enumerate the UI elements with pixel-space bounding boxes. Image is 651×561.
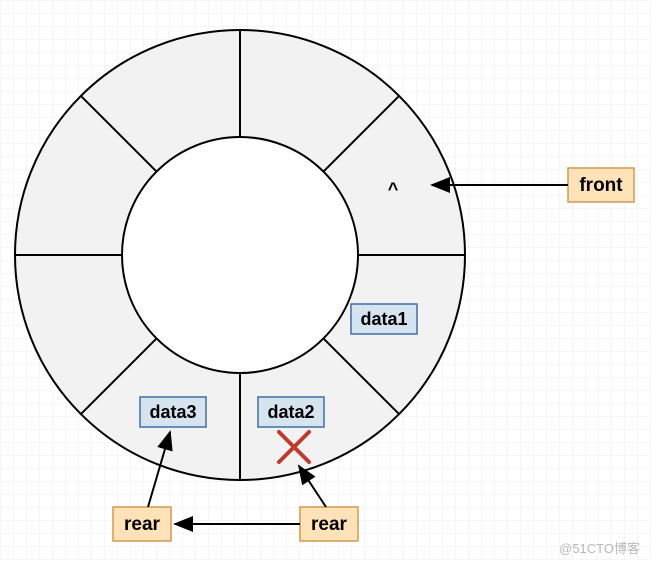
empty-marker: ^ <box>388 179 399 199</box>
watermark: @51CTO博客 <box>559 541 640 556</box>
cell-data1-label: data1 <box>360 309 407 329</box>
rear-left-label: rear <box>124 514 161 535</box>
cell-data1: data1 <box>351 304 417 334</box>
cell-data2: data2 <box>258 397 324 427</box>
cell-data3-label: data3 <box>149 402 196 422</box>
circular-queue-ring <box>15 30 465 480</box>
rear-right-label: rear <box>311 514 348 535</box>
front-pointer-label: front <box>579 175 623 196</box>
circular-queue-diagram: ^ data1 data2 data3 front rear rear <box>0 0 651 561</box>
cell-data2-label: data2 <box>267 402 314 422</box>
cell-data3: data3 <box>140 397 206 427</box>
